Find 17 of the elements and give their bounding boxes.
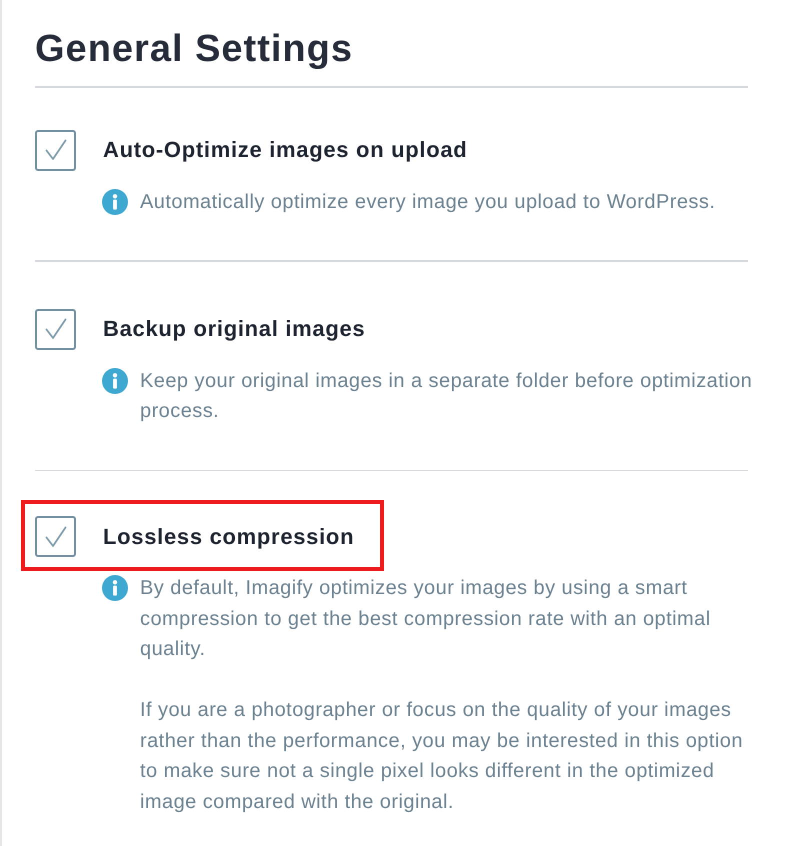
page-title: General Settings [35, 27, 353, 72]
setting-description: By default, Imagify optimizes your images by using a smart compression to get the best compression rate with an optimal quality. [140, 576, 712, 662]
checkbox[interactable] [35, 308, 76, 350]
setting-label: Backup original images [103, 316, 366, 342]
info-icon [102, 188, 128, 214]
info-icon [102, 368, 128, 394]
setting-description: If you are a photographer or focus on the quality of your images rather than the performance, you may be interested in this option to make sure not a single pixel looks different in the optimized image compared with the original. [140, 698, 744, 814]
check-icon [44, 526, 66, 548]
check-icon [44, 318, 66, 340]
info-icon [102, 575, 128, 601]
setting-label: Lossless compression [103, 524, 354, 550]
checkbox[interactable] [35, 516, 76, 557]
setting-description: Automatically optimize every image you upload to WordPress. [140, 190, 716, 214]
check-icon [44, 139, 66, 161]
setting-description: Keep your original images in a separate folder before optimization process. [140, 368, 754, 424]
setting-label: Auto-Optimize images on upload [103, 137, 468, 163]
checkbox[interactable] [35, 130, 76, 170]
